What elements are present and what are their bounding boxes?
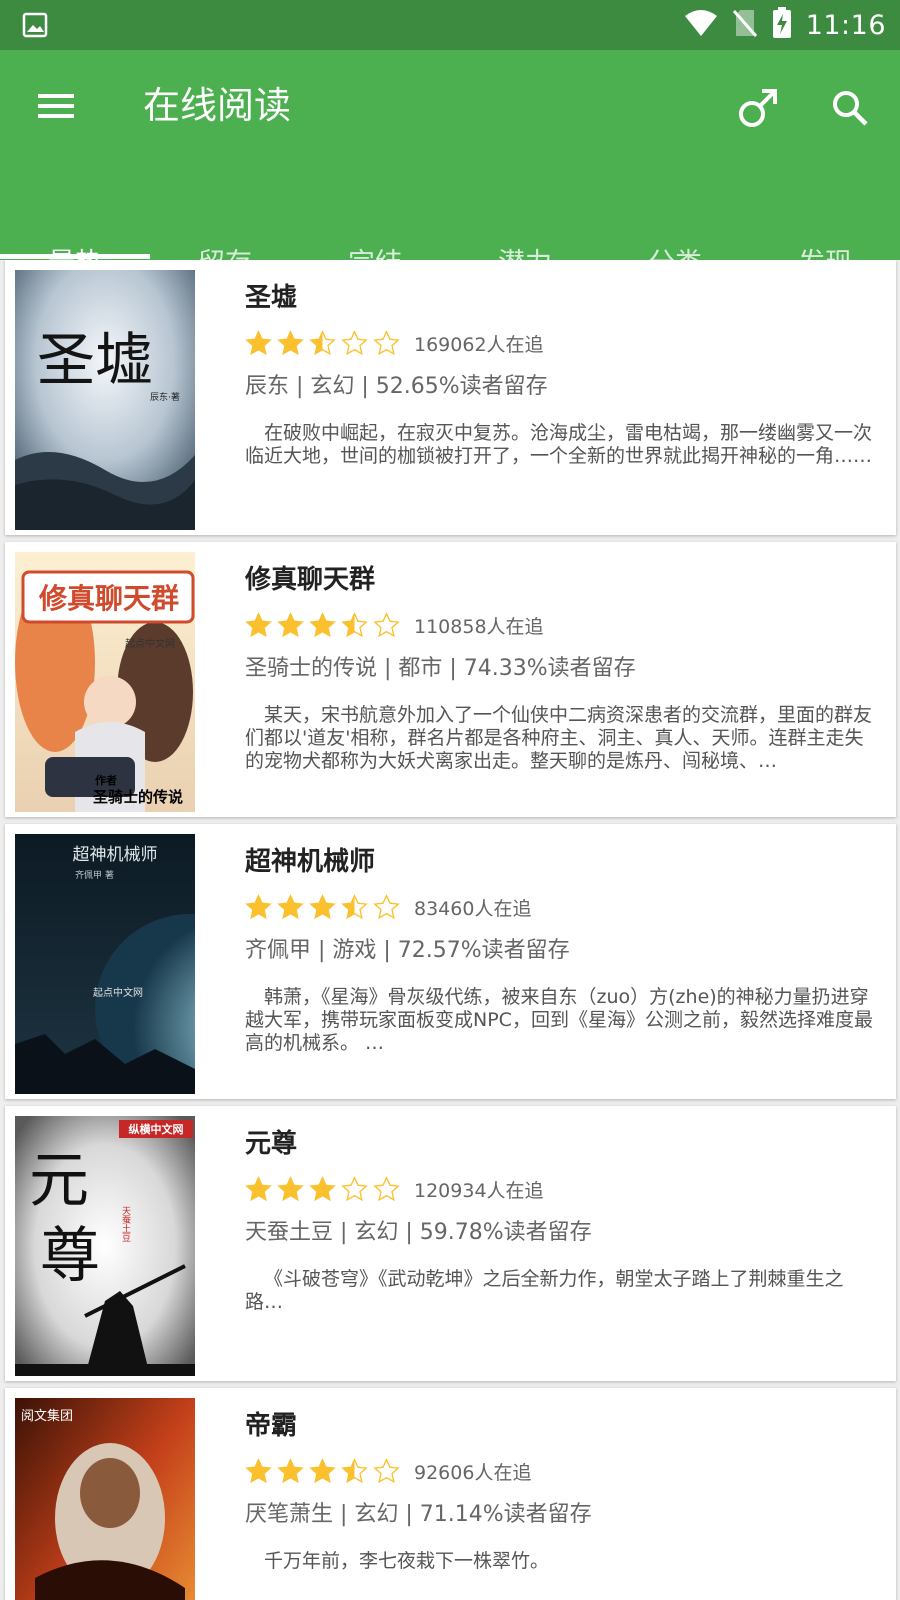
rating-stars [245,611,400,639]
book-cover: 纵横中文网 元 尊 天蚕土豆 [15,1116,195,1376]
book-meta: 天蚕土豆 | 玄幻 | 59.78%读者留存 [245,1220,592,1245]
star-empty-icon [373,329,400,355]
star-full-icon [245,329,272,355]
book-title: 超神机械师 [245,847,376,877]
book-meta: 齐佩甲 | 游戏 | 72.57%读者留存 [245,938,570,963]
menu-button[interactable] [30,80,82,132]
star-full-icon [309,1457,336,1483]
cover-author-text: 圣骑士的传说 [92,788,183,806]
star-full-icon [245,611,272,637]
star-half-icon [309,329,336,355]
follower-count: 120934人在追 [414,1179,544,1202]
star-empty-icon [373,1175,400,1201]
male-gender-icon [739,89,777,127]
image-notification-icon [22,12,48,42]
cover-title-text: 圣墟 [37,326,153,394]
star-half-icon [341,893,368,919]
cover-title-text: 超神机械师 [73,845,158,865]
book-description: 韩萧，《星海》骨灰级代练，被来自东（zuo）方(zhe)的神秘力量扔进穿越大军，… [245,986,873,1054]
book-card[interactable]: 圣墟 辰东·著 圣墟 169062人在追 辰东 | 玄幻 | 52.65%读者留… [5,260,896,535]
battery-charging-icon [772,7,792,43]
star-full-icon [245,893,272,919]
star-full-icon [245,1175,272,1201]
book-cover: 修真聊天群 起点中文网 作者 圣骑士的传说 [15,552,195,812]
star-empty-icon [341,329,368,355]
star-empty-icon [373,893,400,919]
book-meta: 圣骑士的传说 | 都市 | 74.33%读者留存 [245,656,636,681]
cover-author-label: 作者 [95,773,117,787]
rating-stars [245,893,400,921]
star-half-icon [341,1457,368,1483]
star-full-icon [277,1175,304,1201]
book-card[interactable]: 纵横中文网 元 尊 天蚕土豆 元尊 120934人在追 天蚕土豆 | 玄幻 | … [5,1106,896,1381]
rating-stars [245,1457,400,1485]
cover-publisher-text: 阅文集团 [21,1408,73,1424]
book-list: 圣墟 辰东·著 圣墟 169062人在追 辰东 | 玄幻 | 52.65%读者留… [0,260,900,1600]
star-empty-icon [373,611,400,637]
cover-publisher-text: 起点中文网 [125,637,175,650]
book-cover: 圣墟 辰东·著 [15,270,195,530]
star-full-icon [309,611,336,637]
book-card[interactable]: 超神机械师 齐佩甲 著 起点中文网 超神机械师 83460人在追 齐佩甲 | 游… [5,824,896,1099]
book-cover: 阅文集团 [15,1398,195,1600]
search-button[interactable] [822,80,878,136]
follower-count: 169062人在追 [414,333,544,356]
star-full-icon [277,893,304,919]
book-title: 修真聊天群 [245,565,376,595]
book-description: 千万年前，李七夜栽下一株翠竹。 [264,1550,550,1572]
star-empty-icon [341,1175,368,1201]
book-description: 《斗破苍穹》《武动乾坤》之后全新力作，朝堂太子踏上了荆棘重生之路… [245,1268,844,1313]
menu-icon [38,94,74,118]
book-description: 在破败中崛起，在寂灭中复苏。沧海成尘，雷电枯竭，那一缕幽雾又一次临近大地，世间的… [245,422,873,467]
status-bar: 11:16 [0,0,900,50]
search-icon [833,91,868,126]
book-meta: 辰东 | 玄幻 | 52.65%读者留存 [245,374,548,399]
app-bar: 在线阅读 最热 留存 完结 潜力 分类 发现 [0,50,900,279]
rating-stars [245,1175,400,1203]
cover-title-char-2: 尊 [40,1221,100,1291]
status-time: 11:16 [805,9,886,41]
no-sim-icon [732,8,758,42]
cover-author-text: 齐佩甲 著 [75,869,114,881]
cover-publisher-text: 起点中文网 [93,986,143,999]
follower-count: 110858人在追 [414,615,544,638]
book-cover: 超神机械师 齐佩甲 著 起点中文网 [15,834,195,1094]
book-card[interactable]: 阅文集团 帝霸 92606人在追 厌笔萧生 | 玄幻 | 71.14%读者留存 … [5,1388,896,1600]
cover-title-text: 修真聊天群 [38,582,179,615]
book-title: 元尊 [245,1129,298,1159]
rating-stars [245,329,400,357]
cover-author-text: 天蚕土豆 [120,1206,131,1242]
star-full-icon [277,1457,304,1483]
book-description: 某天，宋书航意外加入了一个仙侠中二病资深患者的交流群，里面的群友们都以'道友'相… [245,704,873,772]
star-full-icon [277,611,304,637]
gender-toggle-button[interactable] [730,80,786,136]
book-meta: 厌笔萧生 | 玄幻 | 71.14%读者留存 [245,1502,592,1527]
star-half-icon [341,611,368,637]
star-empty-icon [373,1457,400,1483]
tab-indicator [0,254,150,259]
book-title: 圣墟 [245,283,298,313]
follower-count: 83460人在追 [414,897,532,920]
book-title: 帝霸 [245,1411,298,1441]
cover-author-text: 辰东·著 [150,391,180,403]
app-title: 在线阅读 [143,84,291,127]
book-card[interactable]: 修真聊天群 起点中文网 作者 圣骑士的传说 修真聊天群 110858人在追 圣骑… [5,542,896,817]
star-full-icon [245,1457,272,1483]
star-full-icon [309,1175,336,1201]
cover-title-char-1: 元 [29,1146,89,1216]
star-full-icon [309,893,336,919]
star-full-icon [277,329,304,355]
follower-count: 92606人在追 [414,1461,532,1484]
cover-publisher-text: 纵横中文网 [129,1122,184,1136]
wifi-icon [684,9,718,41]
